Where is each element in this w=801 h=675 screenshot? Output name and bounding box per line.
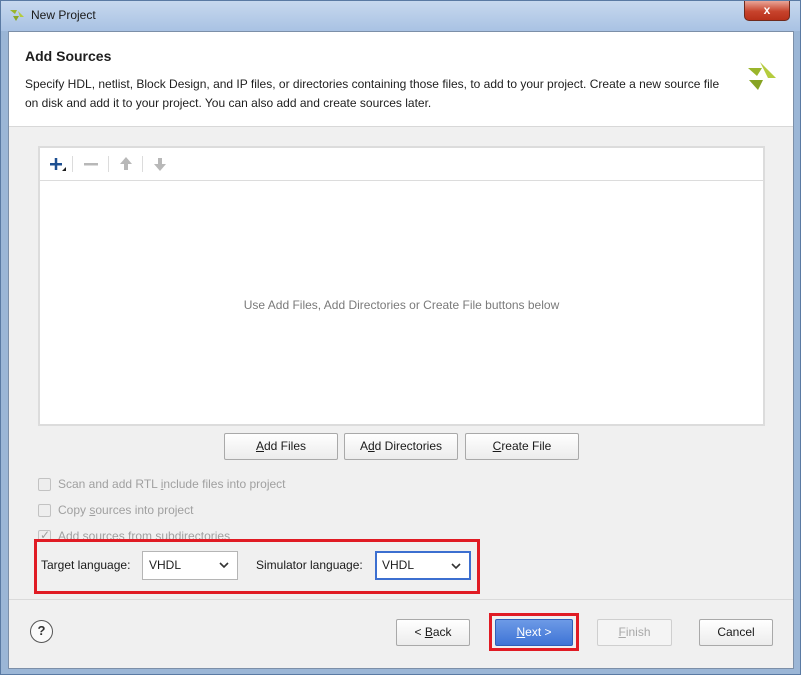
scan-rtl-include-label: Scan and add RTL include files into proj… — [58, 477, 286, 491]
add-directories-prefix: A — [359, 439, 368, 453]
create-file-label: reate File — [501, 439, 552, 453]
chevron-down-icon — [219, 562, 229, 569]
add-directories-mnemonic: d — [367, 439, 375, 453]
chevron-down-icon — [451, 563, 461, 570]
add-directories-button[interactable]: Add Directories — [344, 433, 458, 460]
scan-rtl-include-checkbox-row[interactable]: Scan and add RTL include files into proj… — [38, 477, 338, 493]
footer-divider — [9, 599, 793, 600]
next-label: ext > — [525, 625, 552, 639]
target-language-select[interactable]: VHDL — [142, 551, 238, 580]
move-up-icon[interactable] — [115, 154, 137, 174]
back-button[interactable]: < Back — [396, 619, 470, 646]
vivado-logo-icon — [10, 10, 24, 21]
add-files-mnemonic: A — [255, 439, 264, 453]
language-settings: Target language: VHDL Simulator language… — [33, 538, 479, 594]
add-files-label: dd Files — [263, 439, 307, 453]
move-down-icon[interactable] — [149, 154, 171, 174]
sources-list-panel[interactable]: Use Add Files, Add Directories or Create… — [38, 146, 765, 426]
add-icon[interactable] — [46, 154, 68, 174]
dialog-body: Add Sources Specify HDL, netlist, Block … — [8, 31, 794, 669]
create-file-mnemonic: C — [492, 439, 502, 453]
page-title: Add Sources — [25, 48, 112, 64]
copy-sources-checkbox-row[interactable]: Copy sources into project — [38, 503, 338, 519]
toolbar-separator — [72, 156, 73, 172]
back-prefix: < — [414, 625, 425, 639]
next-button[interactable]: Next > — [495, 619, 573, 646]
simulator-language-value: VHDL — [382, 558, 415, 572]
page-description: Specify HDL, netlist, Block Design, and … — [25, 77, 720, 110]
target-language-value: VHDL — [149, 558, 182, 572]
remove-icon[interactable] — [80, 154, 102, 174]
cancel-button[interactable]: Cancel — [699, 619, 773, 646]
toolbar-separator — [108, 156, 109, 172]
create-file-button[interactable]: Create File — [465, 433, 579, 460]
toolbar-separator — [142, 156, 143, 172]
scan-rtl-include-checkbox[interactable] — [38, 478, 51, 491]
window-title: New Project — [31, 8, 96, 22]
page-header: Add Sources Specify HDL, netlist, Block … — [9, 32, 793, 127]
finish-label: inish — [625, 625, 651, 639]
copy-sources-label: Copy sources into project — [58, 503, 194, 517]
sources-toolbar — [40, 148, 763, 181]
close-button[interactable]: x — [744, 1, 790, 21]
new-project-window: New Project x Add Sources Specify HDL, n… — [0, 0, 801, 675]
simulator-language-label: Simulator language: — [256, 558, 363, 572]
help-button[interactable]: ? — [30, 620, 53, 643]
title-bar[interactable]: New Project x — [1, 1, 800, 31]
add-directories-label: d Directories — [374, 439, 443, 453]
add-files-button[interactable]: Add Files — [224, 433, 338, 460]
finish-button[interactable]: Finish — [597, 619, 672, 646]
finish-mnemonic: F — [618, 625, 626, 639]
empty-list-message: Use Add Files, Add Directories or Create… — [243, 298, 560, 312]
back-mnemonic: B — [424, 625, 433, 639]
copy-sources-checkbox[interactable] — [38, 504, 51, 517]
simulator-language-select[interactable]: VHDL — [375, 551, 471, 580]
vivado-logo-icon — [748, 62, 776, 90]
target-language-label: Target language: — [41, 558, 131, 572]
back-label: ack — [432, 625, 452, 639]
next-mnemonic: N — [516, 625, 526, 639]
